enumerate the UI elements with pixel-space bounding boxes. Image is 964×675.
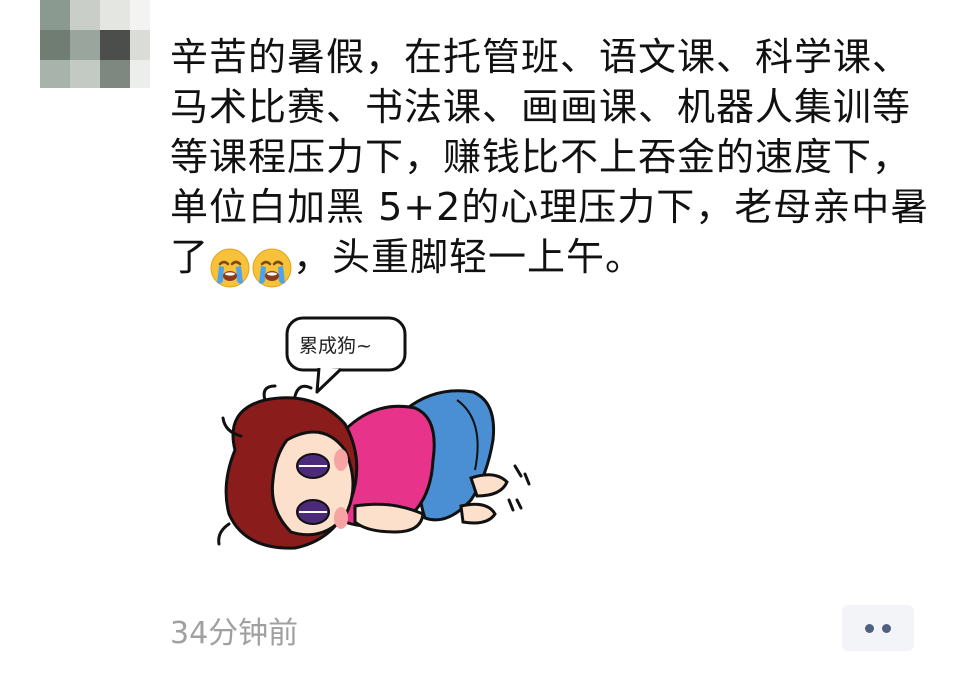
avatar[interactable] xyxy=(0,0,150,88)
emoji-group xyxy=(209,240,293,290)
more-dot-icon xyxy=(865,623,874,633)
post-timestamp: 34分钟前 xyxy=(170,616,299,651)
loudly-crying-face-icon xyxy=(252,248,292,287)
post-text: 辛苦的暑假，在托管班、语文课、科学课、马术比赛、书法课、画画课、机器人集训等等课… xyxy=(170,32,930,290)
speech-bubble-text: 累成狗~ xyxy=(299,335,372,357)
post-image[interactable]: 累成狗~ xyxy=(195,300,595,560)
post-text-tail: ，头重脚轻一上午。 xyxy=(293,235,645,279)
more-options-button[interactable] xyxy=(842,605,914,651)
more-dot-icon xyxy=(882,623,891,633)
loudly-crying-face-icon xyxy=(210,248,250,287)
